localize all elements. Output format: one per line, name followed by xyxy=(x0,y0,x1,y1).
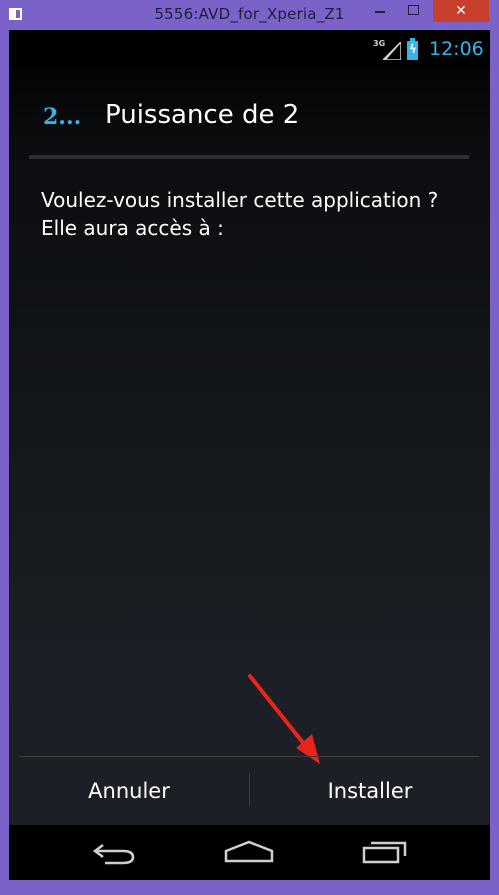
install-message: Voulez-vous installer cette application … xyxy=(41,188,439,240)
close-button[interactable]: ✕ xyxy=(433,0,489,22)
app-title: Puissance de 2 xyxy=(105,100,300,130)
app-icon: 2... xyxy=(43,104,82,130)
clock: 12:06 xyxy=(429,38,484,60)
home-icon[interactable] xyxy=(224,837,274,867)
title-divider xyxy=(29,155,469,159)
navigation-bar xyxy=(9,825,490,880)
window-titlebar: 5556:AVD_for_Xperia_Z1 ✕ xyxy=(0,0,499,30)
minimize-button[interactable] xyxy=(360,0,400,22)
maximize-button[interactable] xyxy=(400,0,428,22)
recent-apps-icon[interactable] xyxy=(359,837,409,867)
install-button[interactable]: Installer xyxy=(250,757,490,825)
cancel-button[interactable]: Annuler xyxy=(9,757,249,825)
signal-icon xyxy=(383,42,401,60)
android-screen: 3G ϟ 12:06 2... Puissance de 2 Voulez-vo… xyxy=(9,30,490,880)
status-bar: 3G ϟ 12:06 xyxy=(9,30,490,68)
back-icon[interactable] xyxy=(89,837,139,867)
annotation-arrow-icon xyxy=(248,674,320,764)
battery-charging-icon: ϟ xyxy=(407,38,418,60)
